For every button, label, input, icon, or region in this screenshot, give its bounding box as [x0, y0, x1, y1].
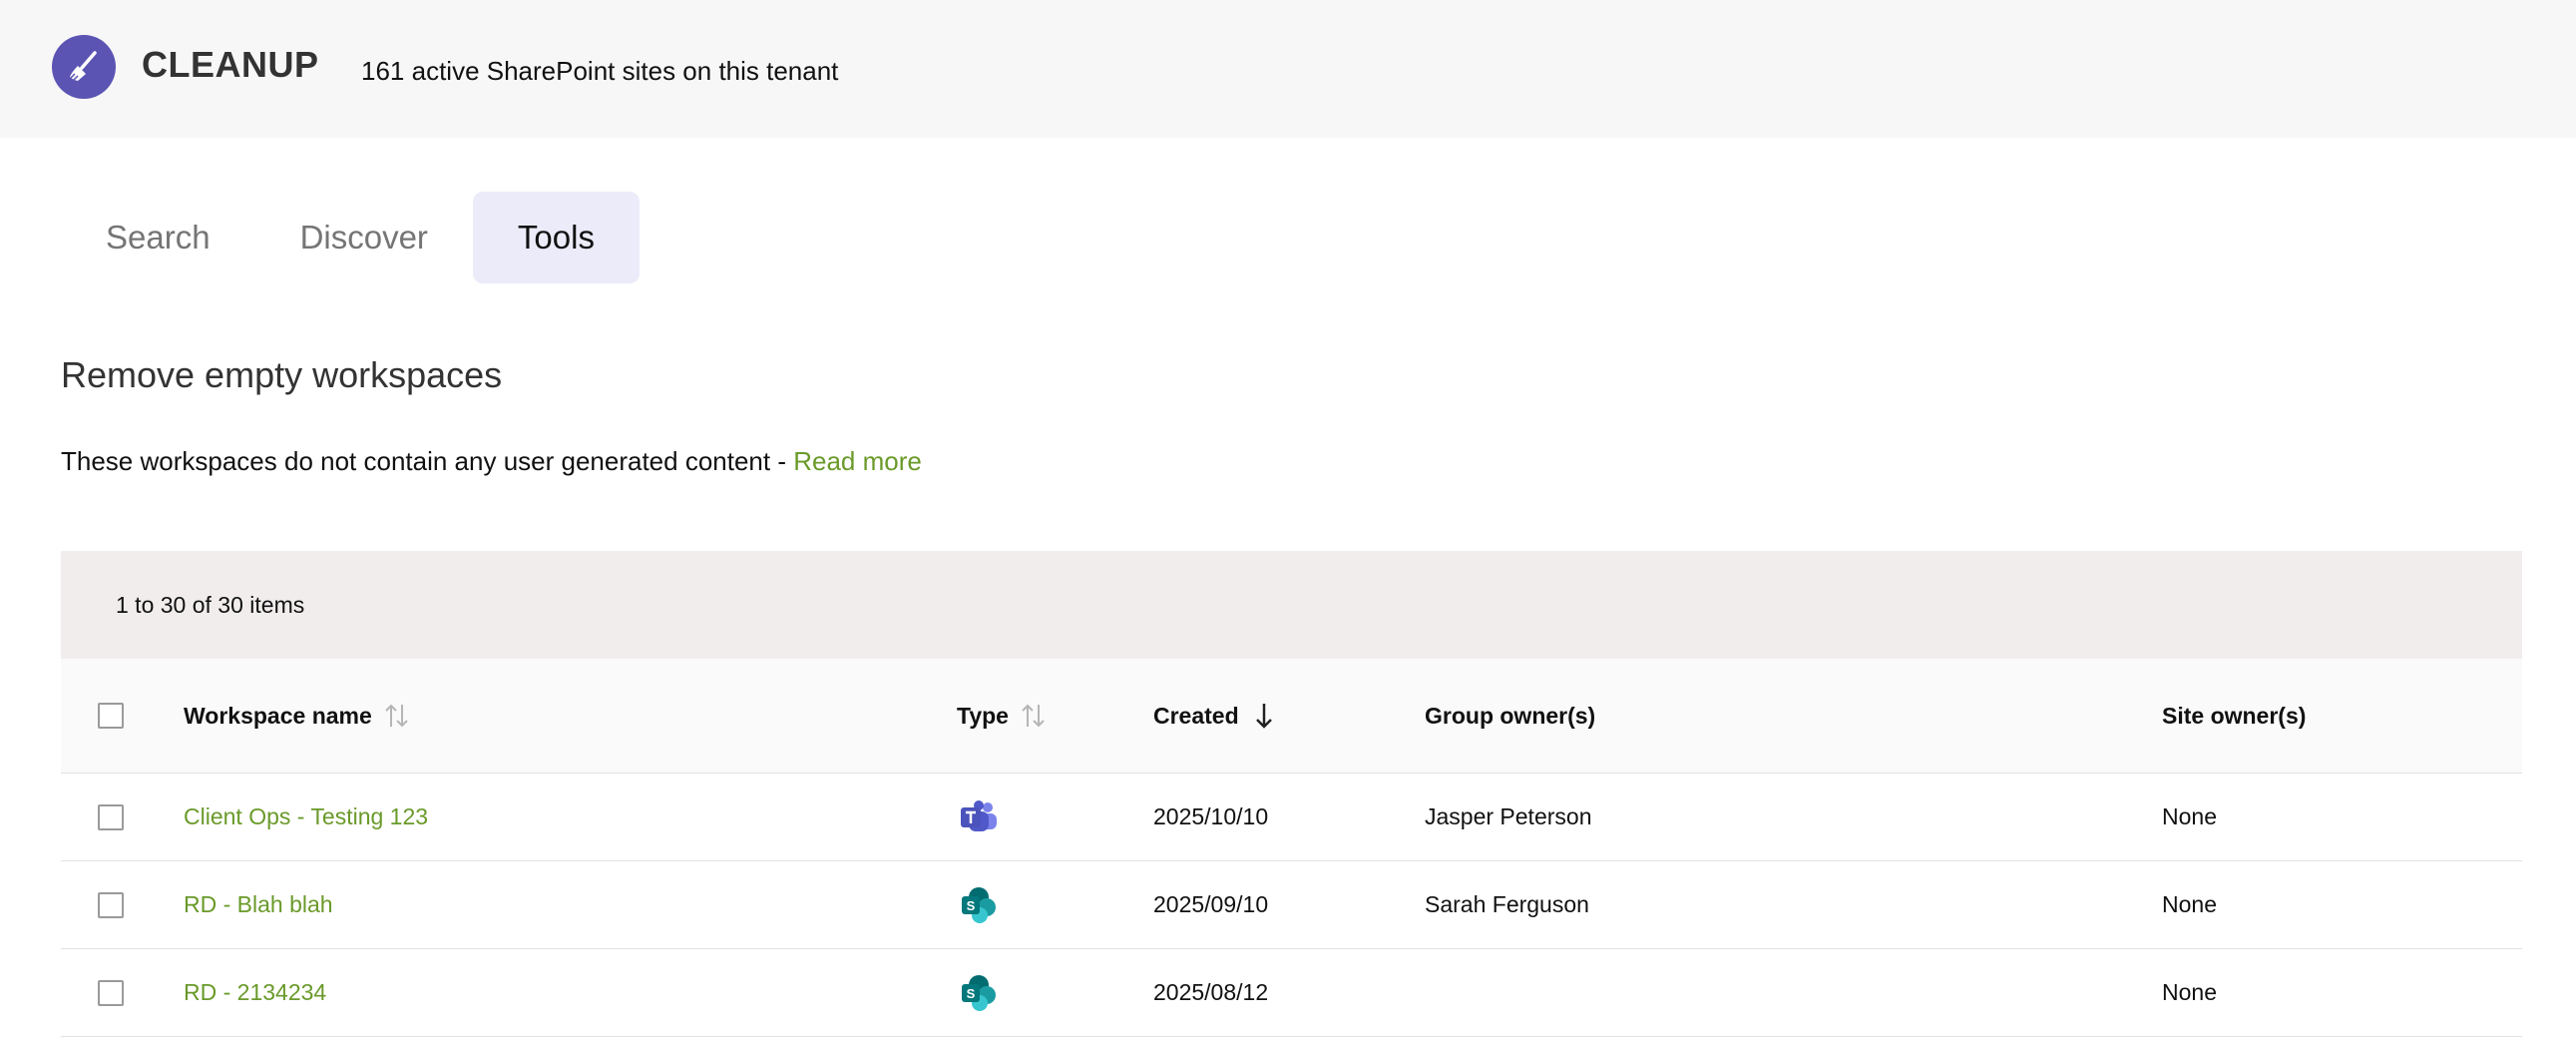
- teams-icon: [957, 795, 1001, 839]
- column-header-group-owners[interactable]: Group owner(s): [1425, 659, 1595, 773]
- group-owner: Sarah Ferguson: [1425, 891, 1589, 917]
- site-owner: None: [2162, 803, 2217, 829]
- row-select-cell: [98, 774, 124, 860]
- created-date: 2025/09/10: [1153, 891, 1269, 917]
- created-date: 2025/10/10: [1153, 803, 1269, 829]
- site-owner: None: [2162, 979, 2217, 1005]
- tab-tools[interactable]: Tools: [472, 192, 640, 283]
- column-header-type[interactable]: Type: [957, 659, 1049, 773]
- workspace-name-link[interactable]: RD - 2134234: [184, 949, 326, 1036]
- type-cell: [957, 774, 1001, 860]
- table-row: RD - Blah blah S 2025/09/10 Sarah Fergus…: [61, 861, 2522, 949]
- tab-bar: Search Discover Tools: [61, 192, 640, 283]
- sharepoint-icon: S: [957, 883, 1001, 927]
- row-checkbox[interactable]: [98, 979, 124, 1006]
- column-header-name[interactable]: Workspace name: [184, 659, 412, 773]
- table-row: RD - 2134234 S 2025/08/12 None: [61, 949, 2522, 1037]
- select-all-cell: [98, 659, 124, 773]
- svg-text:S: S: [967, 898, 976, 913]
- column-label-created: Created: [1153, 702, 1239, 729]
- group-owner: Jasper Peterson: [1425, 803, 1592, 829]
- grid-header: Workspace name Type Created Group owner(…: [61, 659, 2522, 774]
- column-header-created[interactable]: Created: [1153, 659, 1279, 773]
- row-select-cell: [98, 861, 124, 948]
- app-logo[interactable]: [52, 35, 116, 99]
- section-title: Remove empty workspaces: [61, 354, 503, 395]
- column-header-site-owners[interactable]: Site owner(s): [2162, 659, 2306, 773]
- row-select-cell: [98, 949, 124, 1036]
- created-date: 2025/08/12: [1153, 979, 1269, 1005]
- svg-text:S: S: [967, 986, 976, 1001]
- tab-search[interactable]: Search: [61, 192, 255, 283]
- tenant-site-count: 161 active SharePoint sites on this tena…: [361, 56, 839, 86]
- sort-both-icon[interactable]: [1019, 701, 1049, 731]
- workspace-grid: 1 to 30 of 30 items Workspace name Type: [61, 551, 2522, 1037]
- select-all-checkbox[interactable]: [98, 703, 124, 729]
- row-checkbox[interactable]: [98, 891, 124, 918]
- top-bar: CLEANUP 161 active SharePoint sites on t…: [0, 0, 2576, 138]
- sort-descending-icon[interactable]: [1249, 701, 1279, 731]
- broom-icon: [70, 51, 97, 81]
- site-owner: None: [2162, 891, 2217, 917]
- section-description: These workspaces do not contain any user…: [61, 446, 922, 477]
- read-more-link[interactable]: Read more: [793, 446, 922, 476]
- sort-both-icon[interactable]: [382, 701, 412, 731]
- column-label-type: Type: [957, 702, 1009, 729]
- description-text: These workspaces do not contain any user…: [61, 446, 794, 476]
- column-label-name: Workspace name: [184, 702, 372, 729]
- row-checkbox[interactable]: [98, 803, 124, 830]
- sharepoint-icon: S: [957, 971, 1001, 1015]
- type-cell: S: [957, 949, 1001, 1036]
- pagination-info: 1 to 30 of 30 items: [61, 551, 2522, 659]
- app-title: CLEANUP: [142, 44, 319, 85]
- workspace-name-link[interactable]: Client Ops - Testing 123: [184, 774, 428, 860]
- table-row: Client Ops - Testing 123 2025/10/10 Jasp…: [61, 774, 2522, 861]
- type-cell: S: [957, 861, 1001, 948]
- workspace-name-link[interactable]: RD - Blah blah: [184, 861, 333, 948]
- tab-discover[interactable]: Discover: [255, 192, 473, 283]
